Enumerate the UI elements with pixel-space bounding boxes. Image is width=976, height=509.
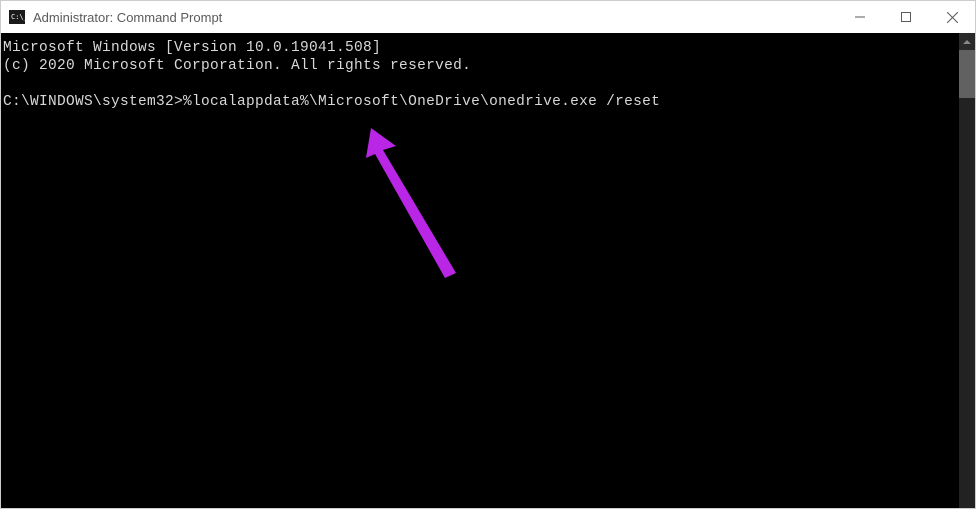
cmd-icon-text: C:\_ — [11, 14, 28, 21]
titlebar[interactable]: C:\_ Administrator: Command Prompt — [1, 1, 975, 33]
terminal-command: %localappdata%\Microsoft\OneDrive\onedri… — [183, 94, 660, 110]
chevron-up-icon — [963, 40, 971, 44]
scrollbar[interactable] — [959, 33, 975, 508]
maximize-icon — [901, 12, 911, 22]
terminal-area: Microsoft Windows [Version 10.0.19041.50… — [1, 33, 975, 508]
terminal-prompt: C:\WINDOWS\system32> — [3, 94, 183, 110]
scroll-up-button[interactable] — [959, 33, 975, 50]
scroll-thumb[interactable] — [959, 50, 975, 98]
close-button[interactable] — [929, 1, 975, 33]
terminal-output[interactable]: Microsoft Windows [Version 10.0.19041.50… — [1, 33, 959, 508]
minimize-icon — [855, 12, 865, 22]
maximize-button[interactable] — [883, 1, 929, 33]
terminal-line-2: (c) 2020 Microsoft Corporation. All righ… — [3, 58, 471, 74]
window-controls — [837, 1, 975, 33]
window: C:\_ Administrator: Command Prompt Micro… — [0, 0, 976, 509]
minimize-button[interactable] — [837, 1, 883, 33]
window-title: Administrator: Command Prompt — [33, 10, 837, 25]
terminal-line-1: Microsoft Windows [Version 10.0.19041.50… — [3, 40, 381, 56]
cmd-icon: C:\_ — [9, 10, 25, 24]
close-icon — [947, 12, 958, 23]
